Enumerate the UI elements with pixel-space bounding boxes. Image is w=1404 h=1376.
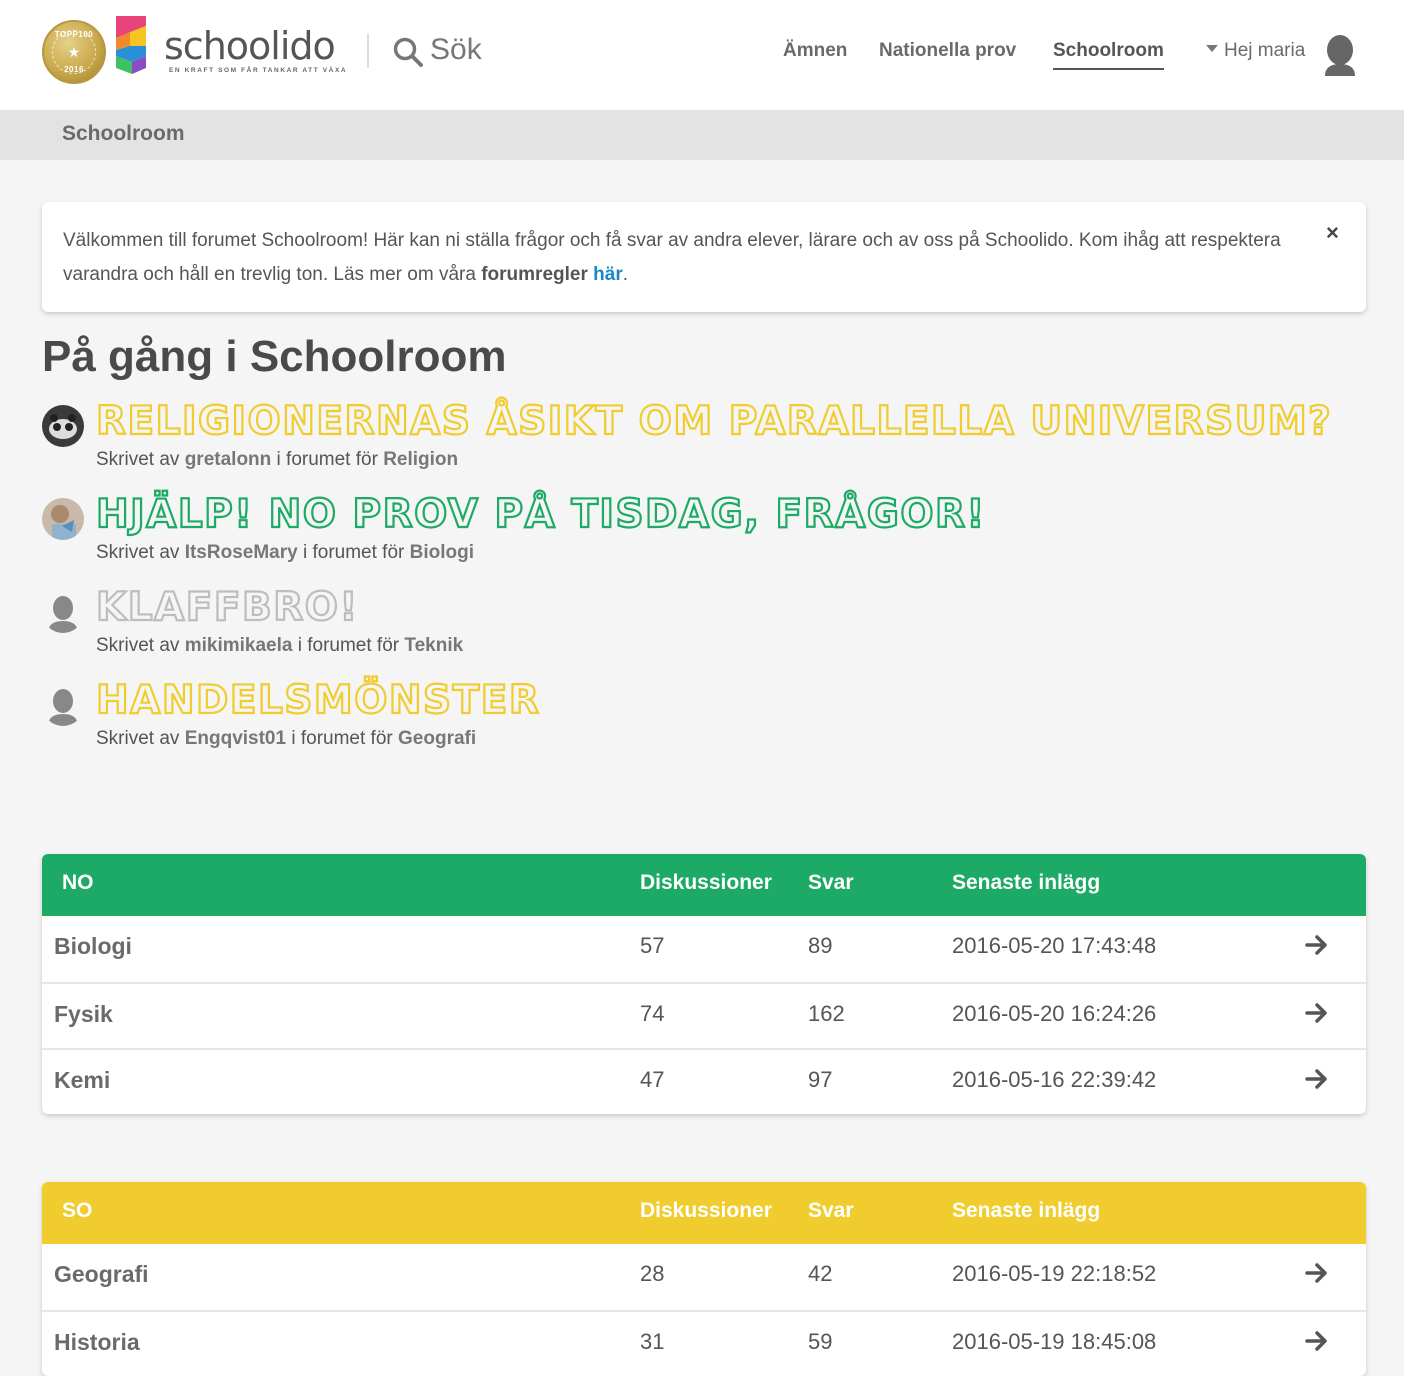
table-row[interactable]: Geografi 28 42 2016-05-19 22:18:52	[42, 1244, 1366, 1310]
search-icon[interactable]	[392, 36, 424, 68]
topic-title[interactable]: Handelsmönster	[95, 677, 540, 724]
table-row[interactable]: Kemi 47 97 2016-05-16 22:39:42	[42, 1048, 1366, 1114]
brand-wordmark[interactable]: schoolido	[164, 24, 336, 68]
subforum-name[interactable]: Biologi	[54, 933, 132, 960]
topic-author[interactable]: ItsRoseMary	[185, 542, 298, 563]
forum-rules-label: forumregler	[481, 264, 588, 285]
forum-category-name: SO	[62, 1199, 93, 1222]
forum-table-body: Biologi 57 89 2016-05-20 17:43:48 Fysik 74 162…	[42, 916, 1366, 1114]
forum-category-name: NO	[62, 871, 94, 894]
arrow-right-icon[interactable]	[1304, 932, 1330, 958]
arrow-right-icon[interactable]	[1304, 1260, 1330, 1286]
nav-schoolroom[interactable]: Schoolroom	[1053, 40, 1164, 70]
arrow-right-icon[interactable]	[1304, 1066, 1330, 1092]
forum-rules-link[interactable]: här	[593, 264, 623, 285]
search-label[interactable]: Sök	[430, 33, 482, 67]
subforum-name[interactable]: Historia	[54, 1329, 140, 1356]
top-header: TOPP100 ★ 2016 schoolido EN KRAFT SOM FÅ…	[0, 0, 1404, 110]
topic-author[interactable]: gretalonn	[185, 449, 272, 470]
topic-item[interactable]: Hjälp! NO prov på tisdag, frågor! Skrivet…	[42, 491, 1342, 578]
latest-post-time: 2016-05-16 22:39:42	[952, 1067, 1157, 1092]
header-divider	[367, 34, 369, 68]
forum-table-header: SO Diskussioner Svar Senaste inlägg	[42, 1182, 1366, 1244]
forum-table-body: Geografi 28 42 2016-05-19 22:18:52 Historia 3…	[42, 1244, 1366, 1376]
topic-meta: Skrivet av ItsRoseMary i forumet för Bio…	[96, 542, 475, 563]
arrow-right-icon[interactable]	[1304, 1328, 1330, 1354]
badge-top-text: TOPP100	[54, 30, 94, 39]
topic-forum[interactable]: Teknik	[404, 635, 463, 656]
col-header-latest: Senaste inlägg	[952, 871, 1101, 894]
topic-forum[interactable]: Religion	[383, 449, 458, 470]
section-title: På gång i Schoolroom	[42, 332, 507, 381]
topic-title[interactable]: Religionernas åsikt om parallella univer…	[95, 398, 1332, 445]
replies-count: 97	[808, 1067, 833, 1092]
topic-title[interactable]: Hjälp! NO prov på tisdag, frågor!	[95, 491, 986, 538]
latest-post-time: 2016-05-19 18:45:08	[952, 1329, 1157, 1354]
forum-table: SO Diskussioner Svar Senaste inlägg Geografi…	[42, 1182, 1366, 1376]
topic-meta: Skrivet av mikimikaela i forumet för Tek…	[96, 635, 464, 656]
topic-author[interactable]: Engqvist01	[185, 728, 286, 749]
author-avatar[interactable]	[42, 684, 84, 726]
latest-post-time: 2016-05-19 22:18:52	[952, 1261, 1157, 1286]
topic-author[interactable]: mikimikaela	[185, 635, 293, 656]
replies-count: 162	[808, 1001, 845, 1026]
breadcrumb: Schoolroom	[0, 110, 1404, 160]
topic-forum[interactable]: Geografi	[398, 728, 476, 749]
topic-forum[interactable]: Biologi	[410, 542, 474, 563]
replies-count: 42	[808, 1261, 833, 1286]
replies-count: 89	[808, 933, 833, 958]
nav-nationella-prov[interactable]: Nationella prov	[879, 40, 1016, 62]
col-header-replies: Svar	[808, 1199, 854, 1222]
latest-post-time: 2016-05-20 16:24:26	[952, 1001, 1157, 1026]
topic-meta: Skrivet av Engqvist01 i forumet för Geog…	[96, 728, 477, 749]
author-avatar[interactable]	[42, 498, 84, 540]
forum-table-header: NO Diskussioner Svar Senaste inlägg	[42, 854, 1366, 916]
star-icon: ★	[67, 44, 81, 60]
author-avatar[interactable]	[42, 591, 84, 633]
subforum-name[interactable]: Fysik	[54, 1001, 113, 1028]
discussions-count: 57	[640, 933, 665, 958]
welcome-notice: Välkommen till forumet Schoolroom! Här k…	[42, 202, 1366, 312]
col-header-discussions: Diskussioner	[640, 1199, 772, 1222]
topic-item[interactable]: Religionernas åsikt om parallella univer…	[42, 398, 1342, 485]
user-menu[interactable]: Hej maria	[1206, 40, 1305, 62]
user-greeting: Hej maria	[1224, 40, 1306, 61]
col-header-discussions: Diskussioner	[640, 871, 772, 894]
award-badge: TOPP100 ★ 2016	[42, 20, 106, 84]
subforum-name[interactable]: Kemi	[54, 1067, 110, 1094]
discussions-count: 74	[640, 1001, 665, 1026]
caret-down-icon	[1206, 45, 1218, 52]
close-icon[interactable]: ×	[1326, 220, 1339, 246]
nav-amnen[interactable]: Ämnen	[783, 40, 847, 62]
subforum-name[interactable]: Geografi	[54, 1261, 149, 1288]
table-row[interactable]: Fysik 74 162 2016-05-20 16:24:26	[42, 982, 1366, 1048]
discussions-count: 31	[640, 1329, 665, 1354]
breadcrumb-current[interactable]: Schoolroom	[62, 122, 185, 146]
discussions-count: 28	[640, 1261, 665, 1286]
arrow-right-icon[interactable]	[1304, 1000, 1330, 1026]
brand-tagline: EN KRAFT SOM FÅR TANKAR ATT VÄXA	[169, 67, 348, 74]
welcome-text: Välkommen till forumet Schoolroom! Här k…	[63, 230, 1281, 285]
discussions-count: 47	[640, 1067, 665, 1092]
topic-item[interactable]: Handelsmönster Skrivet av Engqvist01 i fo…	[42, 677, 1342, 764]
col-header-latest: Senaste inlägg	[952, 1199, 1101, 1222]
table-row[interactable]: Historia 31 59 2016-05-19 18:45:08	[42, 1310, 1366, 1376]
replies-count: 59	[808, 1329, 833, 1354]
forum-table: NO Diskussioner Svar Senaste inlägg Biologi 5…	[42, 854, 1366, 1114]
topic-title[interactable]: Klaffbro!	[95, 584, 359, 631]
logo-s-icon[interactable]	[110, 16, 152, 78]
table-row[interactable]: Biologi 57 89 2016-05-20 17:43:48	[42, 916, 1366, 982]
author-avatar[interactable]	[42, 405, 84, 447]
col-header-replies: Svar	[808, 871, 854, 894]
topic-meta: Skrivet av gretalonn i forumet för Relig…	[96, 449, 459, 470]
latest-post-time: 2016-05-20 17:43:48	[952, 933, 1157, 958]
badge-bottom-text: 2016	[64, 65, 84, 74]
topic-item[interactable]: Klaffbro! Skrivet av mikimikaela i forume…	[42, 584, 1342, 671]
user-avatar-icon[interactable]	[1322, 34, 1358, 76]
